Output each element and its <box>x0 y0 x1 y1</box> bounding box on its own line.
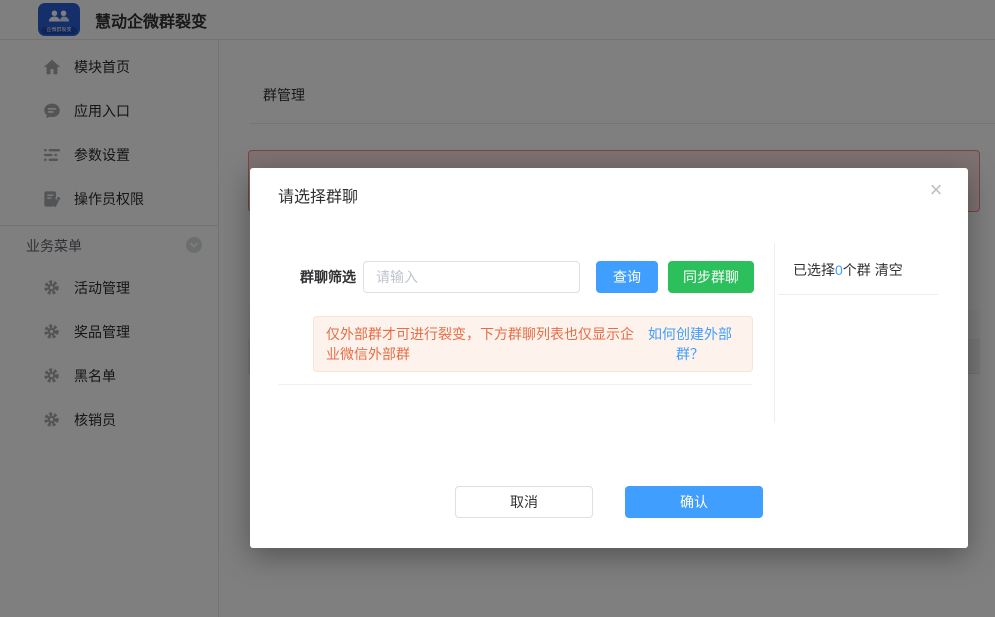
close-icon[interactable]: × <box>922 176 950 204</box>
group-filter-input[interactable] <box>363 261 580 293</box>
warning-text: 仅外部群才可进行裂变，下方群聊列表也仅显示企业微信外部群 <box>326 324 640 364</box>
selected-suffix: 个群 <box>843 262 871 278</box>
modal-title: 请选择群聊 <box>278 183 358 207</box>
external-group-warning: 仅外部群才可进行裂变，下方群聊列表也仅显示企业微信外部群 如何创建外部群？ <box>313 316 753 372</box>
group-list-divider <box>278 384 752 385</box>
cancel-button[interactable]: 取消 <box>455 486 593 518</box>
selected-count: 0 <box>835 262 843 278</box>
sync-groups-button[interactable]: 同步群聊 <box>668 261 754 293</box>
filter-label: 群聊筛选 <box>300 261 356 293</box>
selected-prefix: 已选择 <box>793 262 835 278</box>
selected-summary: 已选择0个群清空 <box>793 260 903 280</box>
select-group-modal: 请选择群聊 × 群聊筛选 查询 同步群聊 仅外部群才可进行裂变，下方群聊列表也仅… <box>250 168 968 548</box>
clear-selection-button[interactable]: 清空 <box>875 262 903 278</box>
selected-panel-divider <box>778 294 938 295</box>
panel-vertical-divider <box>774 243 775 423</box>
search-button[interactable]: 查询 <box>596 261 658 293</box>
confirm-button[interactable]: 确认 <box>625 486 763 518</box>
how-to-create-external-group-link[interactable]: 如何创建外部群？ <box>640 324 740 364</box>
